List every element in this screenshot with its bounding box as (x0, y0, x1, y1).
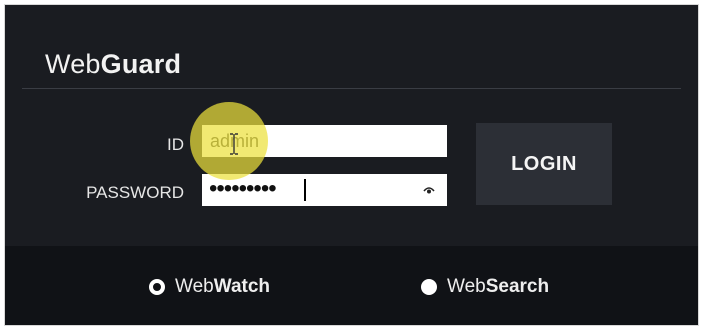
webwatch-label-prefix: Web (175, 276, 214, 297)
webwatch-option[interactable]: WebWatch (149, 276, 270, 298)
webwatch-label: WebWatch (175, 276, 270, 298)
login-button[interactable]: LOGIN (476, 123, 612, 205)
login-window: WebGuard ID admin PASSWORD ••••••••• LOG… (5, 5, 698, 325)
password-label: PASSWORD (86, 183, 184, 202)
password-input[interactable]: ••••••••• (202, 174, 447, 206)
password-input-value: ••••••••• (209, 175, 277, 202)
app-logo: WebGuard (45, 49, 181, 80)
webwatch-radio-icon[interactable] (149, 279, 165, 295)
websearch-radio-icon[interactable] (421, 279, 437, 295)
header-divider (22, 88, 681, 89)
brand-prefix: Web (45, 49, 101, 79)
websearch-label-suffix: Search (485, 276, 550, 297)
text-caret (304, 179, 306, 201)
id-label: ID (167, 135, 184, 154)
mode-selector: WebWatch WebSearch (5, 246, 698, 325)
brand-suffix: Guard (100, 49, 182, 79)
websearch-option[interactable]: WebSearch (421, 276, 549, 298)
eye-icon[interactable] (423, 185, 435, 195)
webwatch-label-suffix: Watch (213, 276, 271, 297)
websearch-label: WebSearch (447, 276, 549, 298)
ibeam-cursor-icon (230, 133, 238, 155)
websearch-label-prefix: Web (447, 276, 486, 297)
